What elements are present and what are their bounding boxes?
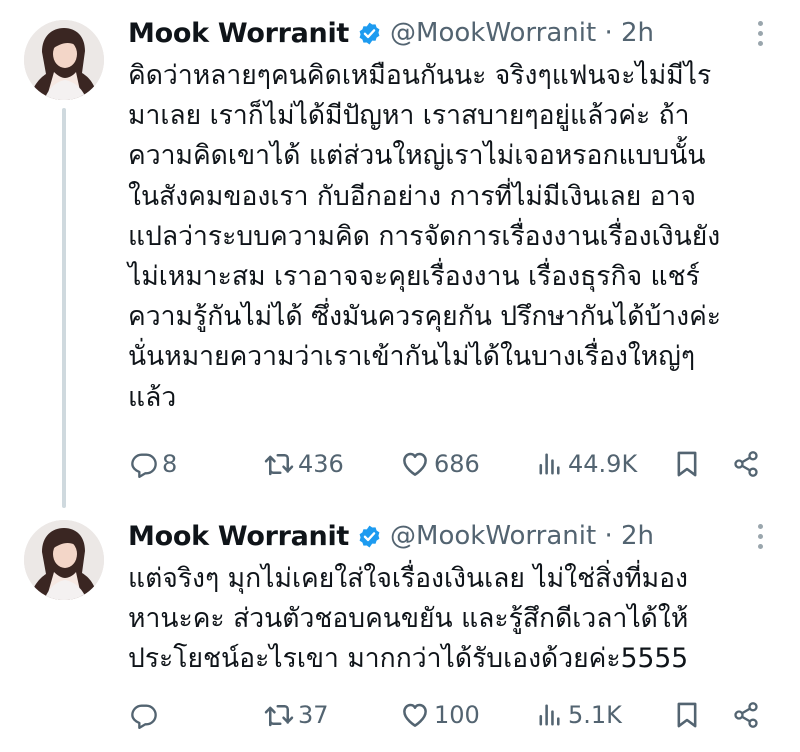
like-count: 686	[434, 450, 480, 478]
share-icon	[732, 450, 760, 478]
reply-count: 8	[162, 450, 178, 478]
views-button[interactable]: 5.1K	[536, 697, 622, 733]
share-button[interactable]	[732, 697, 760, 733]
thread-line	[62, 108, 66, 508]
author-name[interactable]: Mook Worranit	[128, 521, 349, 552]
tweet-header: Mook Worranit @MookWorranit · 2h	[128, 13, 654, 53]
avatar[interactable]	[24, 20, 104, 100]
handle-time[interactable]: @MookWorranit · 2h	[390, 521, 654, 551]
more-icon[interactable]	[748, 516, 772, 556]
like-icon	[400, 449, 430, 479]
retweet-button[interactable]: 436	[264, 446, 344, 482]
bookmark-icon	[673, 450, 701, 478]
retweet-count: 37	[298, 701, 329, 729]
views-icon	[536, 701, 564, 729]
tweet-text: แต่จริงๆ มุกไม่เคยใส่ใจเรื่องเงินเลย ไม่…	[128, 563, 689, 675]
like-count: 100	[434, 701, 480, 729]
avatar-image	[24, 520, 104, 600]
bookmark-button[interactable]	[673, 446, 701, 482]
retweet-icon	[264, 700, 294, 730]
avatar-image	[24, 20, 104, 100]
reply-icon	[130, 450, 158, 478]
tweet[interactable]: Mook Worranit @MookWorranit · 2h คิดว่าห…	[0, 0, 800, 508]
verified-badge-icon	[357, 21, 382, 46]
views-button[interactable]: 44.9K	[536, 446, 637, 482]
handle-time[interactable]: @MookWorranit · 2h	[390, 18, 654, 48]
share-button[interactable]	[732, 446, 760, 482]
like-icon	[400, 700, 430, 730]
author-name[interactable]: Mook Worranit	[128, 18, 349, 49]
tweet-text: คิดว่าหลายๆคนคิดเหมือนกันนะ จริงๆแฟนจะไม…	[128, 60, 722, 413]
more-icon[interactable]	[748, 13, 772, 53]
retweet-icon	[264, 449, 294, 479]
views-count: 44.9K	[568, 450, 638, 478]
reply-button[interactable]: 8	[130, 446, 177, 482]
bookmark-button[interactable]	[673, 697, 701, 733]
retweet-button[interactable]: 37	[264, 697, 329, 733]
retweet-count: 436	[298, 450, 344, 478]
views-icon	[536, 450, 564, 478]
share-icon	[732, 701, 760, 729]
tweet-header: Mook Worranit @MookWorranit · 2h	[128, 516, 654, 556]
bookmark-icon	[673, 701, 701, 729]
avatar[interactable]	[24, 520, 104, 600]
like-button[interactable]: 100	[400, 697, 480, 733]
reply-icon	[130, 701, 158, 729]
tweet-actions: 8 436 686 44.9K	[128, 446, 788, 482]
tweet[interactable]: Mook Worranit @MookWorranit · 2h แต่จริง…	[0, 508, 800, 752]
reply-button[interactable]	[130, 697, 162, 733]
tweet-actions: 37 100 5.1K	[128, 697, 788, 733]
verified-badge-icon	[357, 524, 382, 549]
views-count: 5.1K	[568, 701, 622, 729]
like-button[interactable]: 686	[400, 446, 480, 482]
